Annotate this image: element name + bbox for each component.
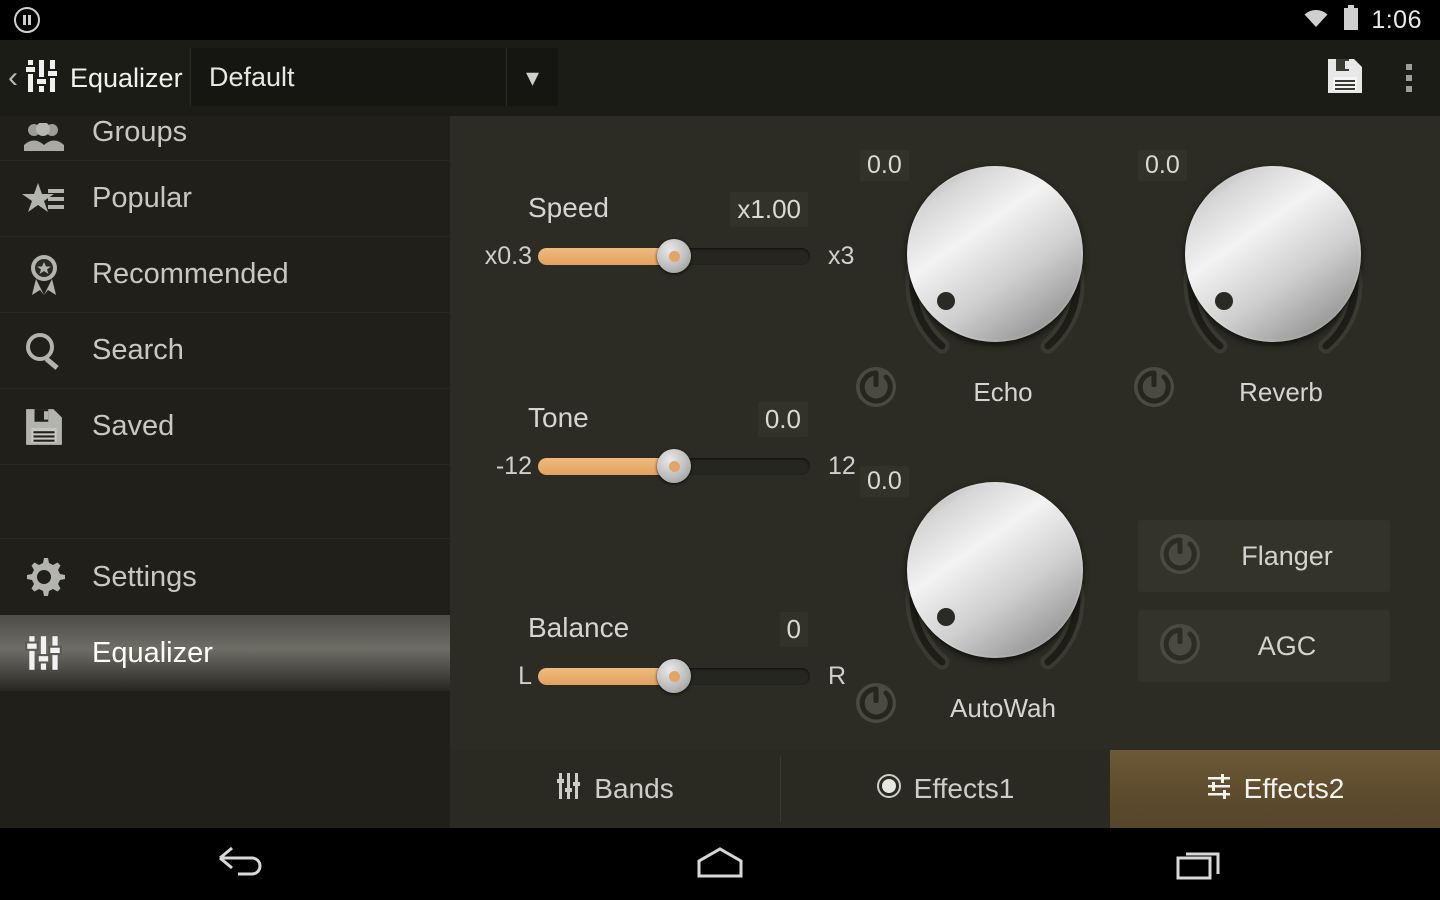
status-bar: 1:06: [0, 0, 1440, 40]
slider-tone: Tone 0.0 -12 12: [450, 402, 856, 488]
sidebar-item-popular[interactable]: Popular: [0, 161, 450, 237]
wifi-icon: [1301, 6, 1331, 35]
save-floppy-icon: [22, 405, 66, 449]
app-screen: 1:06 ‹ Equalizer Default ▾ Groups Popula…: [0, 0, 1440, 900]
knob-indicator-dot: [937, 292, 955, 310]
main-panel: Speed x1.00 x0.3 x3 Tone 0.0 -12 12 Bala…: [450, 116, 1440, 828]
bottom-tab-bar: Bands Effects1 Effects2: [450, 750, 1440, 828]
sliders-column: Speed x1.00 x0.3 x3 Tone 0.0 -12 12 Bala…: [450, 116, 856, 756]
sidebar-item-label: Recommended: [92, 258, 289, 290]
preset-value: Default: [209, 61, 295, 92]
status-clock: 1:06: [1371, 5, 1422, 34]
knob-indicator-dot: [1215, 292, 1233, 310]
sidebar-spacer: [0, 465, 450, 539]
sidebar: Groups Popular Recommended Search Saved …: [0, 116, 450, 828]
action-bar: ‹ Equalizer Default ▾: [0, 40, 1440, 116]
slider-label: Balance: [528, 612, 630, 643]
chevron-down-icon[interactable]: ▾: [506, 48, 558, 106]
slider-value: x1.00: [730, 192, 808, 227]
sidebar-item-recommended[interactable]: Recommended: [0, 237, 450, 313]
status-bar-left: [0, 7, 40, 33]
groups-icon: [22, 116, 66, 160]
slider-balance: Balance 0 L R: [450, 612, 846, 698]
slider-label: Tone: [528, 402, 589, 433]
equalizer-sliders-icon: [22, 631, 66, 675]
tab-label: Effects1: [913, 773, 1015, 804]
slider-track[interactable]: [538, 449, 810, 483]
android-nav-bar: [0, 828, 1440, 900]
page-title: Equalizer: [70, 62, 183, 93]
sidebar-item-groups[interactable]: Groups: [0, 116, 450, 161]
effects-column: 0.0 Echo 0.0 Reverb 0.0 AutoWah Flanger …: [840, 116, 1440, 756]
overflow-menu-icon[interactable]: [1406, 64, 1412, 92]
sidebar-item-label: Equalizer: [92, 636, 213, 669]
knob-dial[interactable]: [1158, 150, 1388, 370]
back-chevron-icon[interactable]: ‹: [8, 63, 18, 93]
save-floppy-icon[interactable]: [1326, 57, 1364, 100]
android-home-icon[interactable]: [660, 844, 780, 884]
knob-dial[interactable]: [880, 150, 1110, 370]
knob-label: Echo: [973, 377, 1033, 407]
sidebar-item-label: Groups: [92, 116, 188, 148]
knob-echo: 0.0 Echo: [850, 142, 1120, 422]
knob-indicator-dot: [937, 608, 955, 626]
android-back-icon[interactable]: [180, 844, 300, 884]
knob-label: AutoWah: [950, 693, 1056, 723]
equalizer-sliders-icon: [24, 56, 60, 101]
sidebar-item-label: Search: [92, 334, 184, 366]
slider-speed: Speed x1.00 x0.3 x3: [450, 192, 854, 278]
status-bar-right: 1:06: [1301, 4, 1440, 36]
sidebar-item-settings[interactable]: Settings: [0, 539, 450, 615]
sidebar-item-equalizer[interactable]: Equalizer: [0, 615, 450, 691]
knob-dial[interactable]: [880, 466, 1110, 686]
action-bar-actions: [1326, 40, 1440, 116]
sidebar-item-label: Popular: [92, 182, 192, 214]
tab-label: Effects2: [1243, 773, 1345, 804]
slider-value: 0: [779, 612, 808, 647]
battery-icon: [1343, 4, 1359, 36]
slider-label: Speed: [528, 192, 609, 223]
knob-reverb: 0.0 Reverb: [1128, 142, 1398, 422]
sidebar-item-label: Saved: [92, 410, 175, 442]
toggle-label: Flanger: [1241, 540, 1333, 571]
pause-icon: [14, 7, 40, 33]
android-recents-icon[interactable]: [1140, 844, 1260, 884]
slider-min-label: -12: [495, 451, 532, 480]
slider-value: 0.0: [757, 402, 808, 437]
knob-label: Reverb: [1239, 377, 1323, 407]
slider-min-label: L: [518, 661, 532, 690]
gear-icon: [22, 555, 66, 599]
power-icon[interactable]: [1158, 622, 1202, 671]
toggle-agc[interactable]: AGC: [1138, 610, 1390, 682]
slider-track[interactable]: [538, 659, 810, 693]
knob-value: 0.0: [1138, 150, 1187, 181]
award-ribbon-icon: [22, 253, 66, 297]
tab-label: Bands: [594, 773, 674, 804]
slider-track[interactable]: [538, 239, 810, 273]
tab-bands[interactable]: Bands: [450, 750, 780, 828]
slider-min-label: x0.3: [484, 241, 532, 270]
sidebar-item-label: Settings: [92, 560, 197, 593]
bands-sliders-icon: [556, 771, 582, 808]
preset-selector[interactable]: Default ▾: [190, 48, 558, 106]
tab-effects1[interactable]: Effects1: [780, 750, 1110, 828]
tab-effects2[interactable]: Effects2: [1110, 750, 1440, 828]
star-list-icon: [22, 177, 66, 221]
sidebar-item-saved[interactable]: Saved: [0, 389, 450, 465]
effects2-sliders-icon: [1206, 773, 1232, 806]
knob-value: 0.0: [860, 466, 909, 497]
app-title-group[interactable]: ‹ Equalizer: [0, 40, 190, 116]
power-icon[interactable]: [1158, 532, 1202, 581]
knob-value: 0.0: [860, 150, 909, 181]
sidebar-item-search[interactable]: Search: [0, 313, 450, 389]
effects1-dial-icon: [876, 773, 902, 806]
toggle-flanger[interactable]: Flanger: [1138, 520, 1390, 592]
toggle-label: AGC: [1257, 630, 1317, 661]
search-icon: [22, 329, 66, 373]
knob-autowah: 0.0 AutoWah: [850, 458, 1120, 738]
